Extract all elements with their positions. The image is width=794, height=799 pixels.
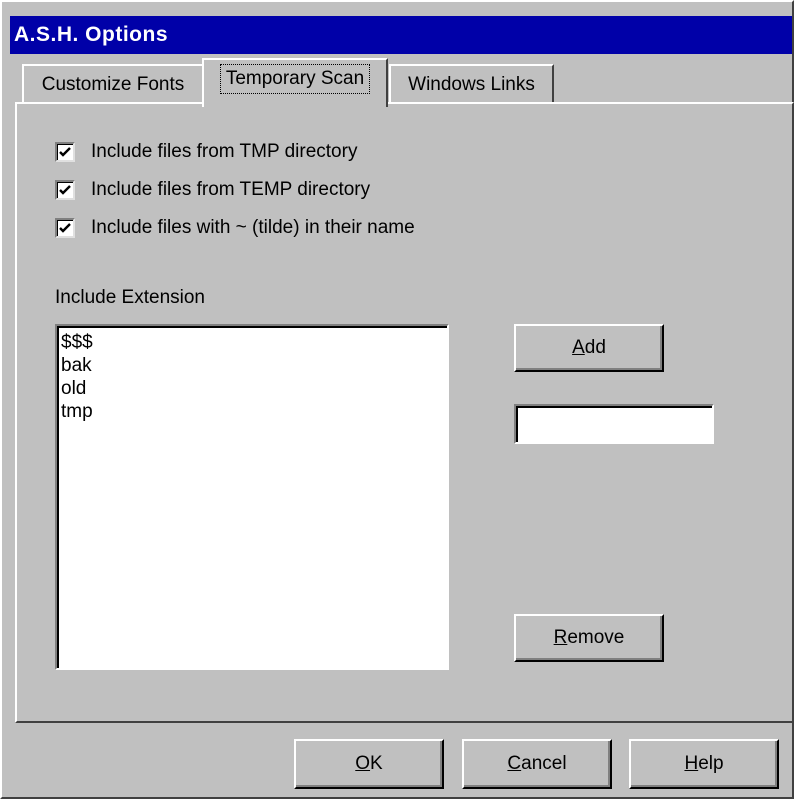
options-dialog: A.S.H. Options Customize Fonts Temporary…: [0, 0, 794, 799]
tab-label: Windows Links: [408, 74, 535, 95]
button-label: K: [370, 753, 383, 774]
checkbox[interactable]: [55, 142, 75, 162]
mnemonic: C: [507, 753, 522, 774]
tab-windows-links[interactable]: Windows Links: [389, 64, 554, 104]
mnemonic: O: [355, 753, 371, 774]
list-item[interactable]: old: [61, 377, 443, 400]
ok-button[interactable]: OK: [294, 739, 444, 789]
checkbox[interactable]: [55, 218, 75, 238]
list-item[interactable]: bak: [61, 354, 443, 377]
option-temp-directory[interactable]: Include files from TEMP directory: [55, 178, 370, 202]
checkmark-icon: [59, 147, 71, 157]
list-item[interactable]: tmp: [61, 400, 443, 423]
checkmark-icon: [59, 185, 71, 195]
mnemonic: A: [572, 337, 585, 358]
button-label: dd: [584, 337, 606, 358]
button-label: elp: [698, 753, 724, 774]
button-label: emove: [567, 627, 625, 648]
list-item[interactable]: $$$: [61, 331, 443, 354]
tab-temporary-scan[interactable]: Temporary Scan: [202, 58, 388, 107]
mnemonic: H: [684, 753, 699, 774]
mnemonic: R: [553, 627, 568, 648]
option-label: Include files from TEMP directory: [91, 179, 371, 200]
option-tmp-directory[interactable]: Include files from TMP directory: [55, 140, 357, 164]
cancel-button[interactable]: Cancel: [462, 739, 612, 789]
remove-button[interactable]: Remove: [514, 614, 664, 662]
tab-panel-temporary-scan: Include files from TMP directory Include…: [15, 102, 794, 723]
extension-listbox[interactable]: $$$ bak old tmp: [55, 324, 449, 670]
include-extension-label: Include Extension: [55, 287, 205, 308]
window-title: A.S.H. Options: [10, 16, 792, 54]
checkmark-icon: [59, 223, 71, 233]
tab-customize-fonts[interactable]: Customize Fonts: [22, 64, 204, 104]
button-label: ancel: [521, 753, 567, 774]
tab-label: Temporary Scan: [219, 64, 371, 94]
option-label: Include files from TMP directory: [91, 141, 358, 162]
extension-input[interactable]: [514, 404, 714, 444]
option-tilde-files[interactable]: Include files with ~ (tilde) in their na…: [55, 216, 415, 240]
help-button[interactable]: Help: [629, 739, 779, 789]
add-button[interactable]: Add: [514, 324, 664, 372]
checkbox[interactable]: [55, 180, 75, 200]
tab-label: Customize Fonts: [41, 74, 185, 95]
option-label: Include files with ~ (tilde) in their na…: [91, 217, 415, 238]
